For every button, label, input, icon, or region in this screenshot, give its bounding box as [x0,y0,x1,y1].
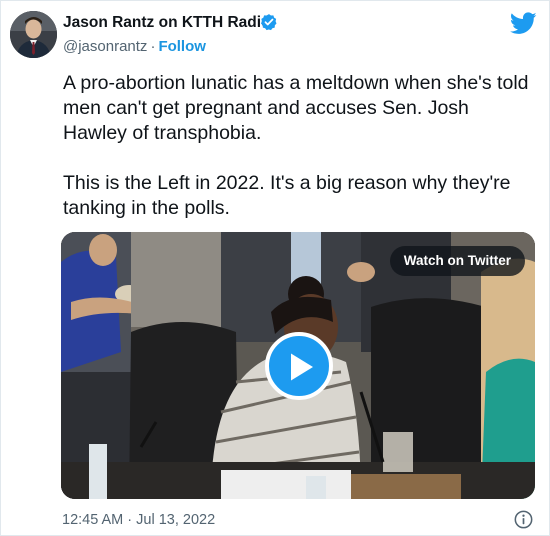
watch-on-twitter-button[interactable]: Watch on Twitter [389,246,525,276]
tweet-paragraph: A pro-abortion lunatic has a meltdown wh… [63,72,529,144]
handle-row: @jasonrantz · Follow [63,38,206,55]
follow-button[interactable]: Follow [158,38,206,55]
avatar[interactable] [10,11,57,58]
tweet-paragraph: This is the Left in 2022. It's a big rea… [63,172,511,219]
author-handle[interactable]: @jasonrantz [63,38,147,55]
tweet-timestamp[interactable]: 12:45 AM · Jul 13, 2022 [62,512,215,528]
twitter-bird-icon[interactable] [510,12,537,35]
play-icon[interactable] [265,332,333,400]
info-icon[interactable] [514,510,533,529]
video-thumbnail[interactable]: Watch on Twitter [61,232,535,499]
card-border-left [0,0,1,536]
card-border-top [0,0,550,1]
author-name[interactable]: Jason Rantz on KTTH Radio [63,14,271,32]
verified-badge-icon [260,13,278,31]
tweet-text: A pro-abortion lunatic has a meltdown wh… [63,71,533,221]
separator-dot: · [150,38,156,55]
tweet-card: Jason Rantz on KTTH Radio @jasonrantz · Fo… [0,0,550,536]
